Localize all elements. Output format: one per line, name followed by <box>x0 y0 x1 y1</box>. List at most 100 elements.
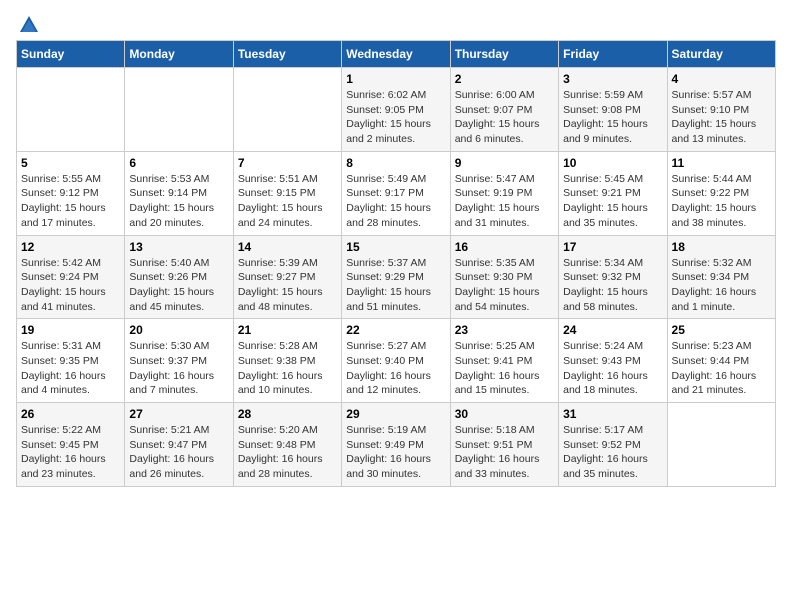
day-number: 1 <box>346 72 445 86</box>
day-number: 14 <box>238 240 337 254</box>
day-info: Sunrise: 5:42 AM Sunset: 9:24 PM Dayligh… <box>21 256 120 315</box>
calendar-cell: 25Sunrise: 5:23 AM Sunset: 9:44 PM Dayli… <box>667 319 775 403</box>
week-row-1: 1 Sunrise: 6:02 AM Sunset: 9:05 PM Daylig… <box>17 68 776 152</box>
calendar-cell: 22 Sunrise: 5:27 AM Sunset: 9:40 PM Dayli… <box>342 319 450 403</box>
day-info: Sunrise: 5:37 AM Sunset: 9:29 PM Dayligh… <box>346 256 445 315</box>
day-info: Sunrise: 5:19 AM Sunset: 9:49 PM Dayligh… <box>346 423 445 482</box>
day-number: 24 <box>563 323 662 337</box>
day-info: Sunrise: 5:18 AM Sunset: 9:51 PM Dayligh… <box>455 423 554 482</box>
calendar-cell: 17 Sunrise: 5:34 AM Sunset: 9:32 PM Dayli… <box>559 235 667 319</box>
calendar-cell: 3Sunrise: 5:59 AM Sunset: 9:08 PM Daylig… <box>559 68 667 152</box>
calendar-cell: 4 Sunrise: 5:57 AM Sunset: 9:10 PM Daylig… <box>667 68 775 152</box>
day-number: 17 <box>563 240 662 254</box>
day-info: Sunrise: 6:00 AM Sunset: 9:07 PM Dayligh… <box>455 88 554 147</box>
calendar-cell: 29 Sunrise: 5:19 AM Sunset: 9:49 PM Dayli… <box>342 403 450 487</box>
day-info: Sunrise: 6:02 AM Sunset: 9:05 PM Dayligh… <box>346 88 445 147</box>
calendar-cell: 2 Sunrise: 6:00 AM Sunset: 9:07 PM Daylig… <box>450 68 558 152</box>
calendar-cell: 27Sunrise: 5:21 AM Sunset: 9:47 PM Dayli… <box>125 403 233 487</box>
day-number: 5 <box>21 156 120 170</box>
day-info: Sunrise: 5:23 AM Sunset: 9:44 PM Dayligh… <box>672 339 771 398</box>
page-header <box>16 16 776 32</box>
day-info: Sunrise: 5:17 AM Sunset: 9:52 PM Dayligh… <box>563 423 662 482</box>
day-number: 18 <box>672 240 771 254</box>
day-info: Sunrise: 5:44 AM Sunset: 9:22 PM Dayligh… <box>672 172 771 231</box>
col-header-tuesday: Tuesday <box>233 41 341 68</box>
calendar-cell: 11Sunrise: 5:44 AM Sunset: 9:22 PM Dayli… <box>667 151 775 235</box>
day-number: 30 <box>455 407 554 421</box>
day-number: 9 <box>455 156 554 170</box>
calendar-cell: 16Sunrise: 5:35 AM Sunset: 9:30 PM Dayli… <box>450 235 558 319</box>
day-info: Sunrise: 5:22 AM Sunset: 9:45 PM Dayligh… <box>21 423 120 482</box>
calendar-cell: 30 Sunrise: 5:18 AM Sunset: 9:51 PM Dayli… <box>450 403 558 487</box>
calendar-cell: 12 Sunrise: 5:42 AM Sunset: 9:24 PM Dayli… <box>17 235 125 319</box>
week-row-4: 19Sunrise: 5:31 AM Sunset: 9:35 PM Dayli… <box>17 319 776 403</box>
day-number: 23 <box>455 323 554 337</box>
day-info: Sunrise: 5:59 AM Sunset: 9:08 PM Dayligh… <box>563 88 662 147</box>
calendar-table: SundayMondayTuesdayWednesdayThursdayFrid… <box>16 40 776 487</box>
day-number: 8 <box>346 156 445 170</box>
calendar-cell: 1 Sunrise: 6:02 AM Sunset: 9:05 PM Daylig… <box>342 68 450 152</box>
day-number: 2 <box>455 72 554 86</box>
day-number: 31 <box>563 407 662 421</box>
calendar-cell: 28Sunrise: 5:20 AM Sunset: 9:48 PM Dayli… <box>233 403 341 487</box>
calendar-cell: 20Sunrise: 5:30 AM Sunset: 9:37 PM Dayli… <box>125 319 233 403</box>
day-info: Sunrise: 5:51 AM Sunset: 9:15 PM Dayligh… <box>238 172 337 231</box>
day-info: Sunrise: 5:28 AM Sunset: 9:38 PM Dayligh… <box>238 339 337 398</box>
day-number: 15 <box>346 240 445 254</box>
calendar-cell: 13Sunrise: 5:40 AM Sunset: 9:26 PM Dayli… <box>125 235 233 319</box>
calendar-header-row: SundayMondayTuesdayWednesdayThursdayFrid… <box>17 41 776 68</box>
col-header-sunday: Sunday <box>17 41 125 68</box>
logo <box>16 16 40 32</box>
day-info: Sunrise: 5:20 AM Sunset: 9:48 PM Dayligh… <box>238 423 337 482</box>
week-row-3: 12 Sunrise: 5:42 AM Sunset: 9:24 PM Dayli… <box>17 235 776 319</box>
day-info: Sunrise: 5:34 AM Sunset: 9:32 PM Dayligh… <box>563 256 662 315</box>
calendar-cell: 6 Sunrise: 5:53 AM Sunset: 9:14 PM Daylig… <box>125 151 233 235</box>
col-header-wednesday: Wednesday <box>342 41 450 68</box>
day-info: Sunrise: 5:53 AM Sunset: 9:14 PM Dayligh… <box>129 172 228 231</box>
calendar-cell: 21 Sunrise: 5:28 AM Sunset: 9:38 PM Dayli… <box>233 319 341 403</box>
day-info: Sunrise: 5:49 AM Sunset: 9:17 PM Dayligh… <box>346 172 445 231</box>
day-info: Sunrise: 5:55 AM Sunset: 9:12 PM Dayligh… <box>21 172 120 231</box>
day-number: 21 <box>238 323 337 337</box>
day-info: Sunrise: 5:57 AM Sunset: 9:10 PM Dayligh… <box>672 88 771 147</box>
calendar-cell: 24 Sunrise: 5:24 AM Sunset: 9:43 PM Dayli… <box>559 319 667 403</box>
calendar-cell: 9 Sunrise: 5:47 AM Sunset: 9:19 PM Daylig… <box>450 151 558 235</box>
calendar-cell <box>125 68 233 152</box>
calendar-cell: 15 Sunrise: 5:37 AM Sunset: 9:29 PM Dayli… <box>342 235 450 319</box>
calendar-cell <box>17 68 125 152</box>
day-info: Sunrise: 5:47 AM Sunset: 9:19 PM Dayligh… <box>455 172 554 231</box>
day-number: 4 <box>672 72 771 86</box>
calendar-cell <box>667 403 775 487</box>
calendar-cell: 8 Sunrise: 5:49 AM Sunset: 9:17 PM Daylig… <box>342 151 450 235</box>
day-number: 13 <box>129 240 228 254</box>
day-number: 29 <box>346 407 445 421</box>
day-number: 12 <box>21 240 120 254</box>
calendar-cell: 23Sunrise: 5:25 AM Sunset: 9:41 PM Dayli… <box>450 319 558 403</box>
calendar-cell: 5 Sunrise: 5:55 AM Sunset: 9:12 PM Daylig… <box>17 151 125 235</box>
col-header-saturday: Saturday <box>667 41 775 68</box>
day-number: 26 <box>21 407 120 421</box>
day-number: 7 <box>238 156 337 170</box>
day-number: 6 <box>129 156 228 170</box>
day-info: Sunrise: 5:24 AM Sunset: 9:43 PM Dayligh… <box>563 339 662 398</box>
calendar-cell: 18 Sunrise: 5:32 AM Sunset: 9:34 PM Dayli… <box>667 235 775 319</box>
calendar-cell: 19Sunrise: 5:31 AM Sunset: 9:35 PM Dayli… <box>17 319 125 403</box>
calendar-cell: 7 Sunrise: 5:51 AM Sunset: 9:15 PM Daylig… <box>233 151 341 235</box>
day-number: 10 <box>563 156 662 170</box>
day-info: Sunrise: 5:45 AM Sunset: 9:21 PM Dayligh… <box>563 172 662 231</box>
day-info: Sunrise: 5:30 AM Sunset: 9:37 PM Dayligh… <box>129 339 228 398</box>
calendar-cell: 10 Sunrise: 5:45 AM Sunset: 9:21 PM Dayli… <box>559 151 667 235</box>
day-info: Sunrise: 5:39 AM Sunset: 9:27 PM Dayligh… <box>238 256 337 315</box>
col-header-friday: Friday <box>559 41 667 68</box>
day-number: 22 <box>346 323 445 337</box>
day-info: Sunrise: 5:21 AM Sunset: 9:47 PM Dayligh… <box>129 423 228 482</box>
day-info: Sunrise: 5:31 AM Sunset: 9:35 PM Dayligh… <box>21 339 120 398</box>
calendar-cell: 26 Sunrise: 5:22 AM Sunset: 9:45 PM Dayli… <box>17 403 125 487</box>
day-info: Sunrise: 5:32 AM Sunset: 9:34 PM Dayligh… <box>672 256 771 315</box>
week-row-5: 26 Sunrise: 5:22 AM Sunset: 9:45 PM Dayli… <box>17 403 776 487</box>
day-info: Sunrise: 5:27 AM Sunset: 9:40 PM Dayligh… <box>346 339 445 398</box>
day-info: Sunrise: 5:35 AM Sunset: 9:30 PM Dayligh… <box>455 256 554 315</box>
week-row-2: 5 Sunrise: 5:55 AM Sunset: 9:12 PM Daylig… <box>17 151 776 235</box>
calendar-cell: 31 Sunrise: 5:17 AM Sunset: 9:52 PM Dayli… <box>559 403 667 487</box>
calendar-cell <box>233 68 341 152</box>
